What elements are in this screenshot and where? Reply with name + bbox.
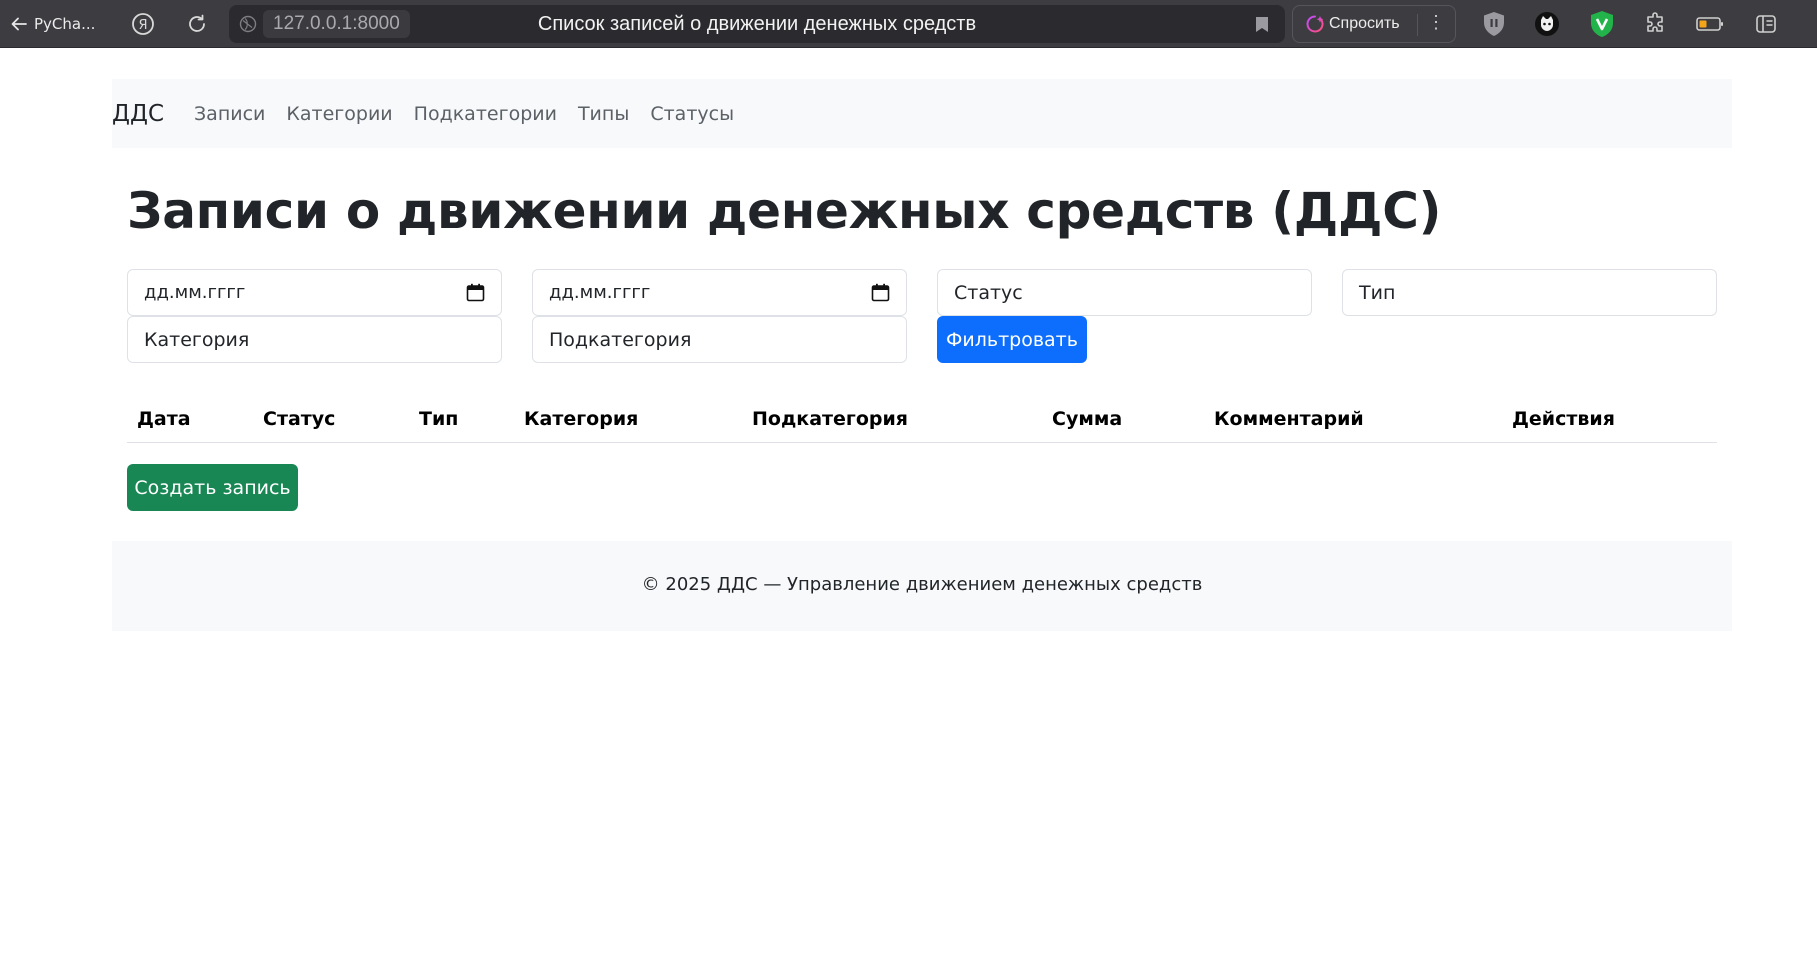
back-button-label: PyCha... — [34, 15, 96, 33]
create-record-button[interactable]: Создать запись — [127, 464, 298, 511]
cat-extension[interactable] — [1533, 10, 1561, 38]
ask-more-button[interactable]: ⋮ — [1427, 12, 1445, 33]
calendar-icon[interactable] — [871, 283, 890, 302]
column-header-category: Категория — [524, 408, 639, 430]
sidebar-panel-icon — [1756, 15, 1776, 33]
sidebar-button[interactable] — [1752, 10, 1780, 38]
type-placeholder: Тип — [1359, 281, 1396, 304]
column-header-comment: Комментарий — [1214, 408, 1364, 430]
column-header-actions: Действия — [1512, 408, 1615, 430]
navbar-brand[interactable]: ДДС — [112, 101, 164, 127]
v-shield-icon — [1591, 11, 1613, 37]
alice-sparkle-icon — [1306, 15, 1324, 33]
reload-icon — [189, 14, 205, 32]
divider — [1417, 14, 1418, 36]
yandex-button[interactable]: Я — [130, 11, 156, 37]
ask-ai-label: Спросить — [1329, 15, 1400, 32]
navbar: ДДС Записи Категории Подкатегории Типы С… — [112, 79, 1732, 148]
status-select[interactable]: Статус — [937, 269, 1312, 316]
battery-indicator[interactable] — [1696, 10, 1724, 38]
column-header-type: Тип — [419, 408, 459, 430]
ask-ai-button[interactable]: Спросить ⋮ — [1292, 5, 1456, 43]
nav-link-types[interactable]: Типы — [578, 103, 629, 125]
arrow-left-icon — [11, 17, 27, 31]
bookmark-icon[interactable] — [1255, 16, 1269, 33]
reload-button[interactable] — [184, 11, 210, 37]
footer: © 2025 ДДС — Управление движением денежн… — [112, 541, 1732, 631]
yandex-icon: Я — [132, 13, 154, 35]
column-header-date: Дата — [137, 408, 191, 430]
ublock-extension[interactable] — [1480, 10, 1508, 38]
page-title: Записи о движении денежных средств (ДДС) — [127, 182, 1442, 240]
nav-link-records[interactable]: Записи — [194, 103, 265, 125]
puzzle-icon — [1647, 12, 1663, 32]
status-placeholder: Статус — [954, 281, 1023, 304]
footer-text: © 2025 ДДС — Управление движением денежн… — [641, 573, 1203, 595]
column-header-amount: Сумма — [1052, 408, 1123, 430]
category-placeholder: Категория — [144, 328, 250, 351]
column-header-status: Статус — [263, 408, 336, 430]
records-table: Дата Статус Тип Категория Подкатегория С… — [127, 395, 1717, 443]
subcategory-select[interactable]: Подкатегория — [532, 316, 907, 363]
site-info-icon[interactable] — [239, 15, 257, 33]
date-from-placeholder: дд.мм.гггг — [144, 282, 246, 303]
column-header-subcategory: Подкатегория — [752, 408, 909, 430]
filter-button[interactable]: Фильтровать — [937, 316, 1087, 363]
date-from-input[interactable]: дд.мм.гггг — [127, 269, 502, 316]
extensions-button[interactable] — [1642, 10, 1670, 38]
battery-icon — [1696, 17, 1723, 31]
nav-link-subcategories[interactable]: Подкатегории — [414, 103, 557, 125]
shield-icon — [1484, 12, 1504, 36]
category-select[interactable]: Категория — [127, 316, 502, 363]
date-to-placeholder: дд.мм.гггг — [549, 282, 651, 303]
calendar-icon[interactable] — [466, 283, 485, 302]
vpn-extension[interactable] — [1588, 10, 1616, 38]
subcategory-placeholder: Подкатегория — [549, 328, 692, 351]
nav-link-categories[interactable]: Категории — [286, 103, 392, 125]
address-bar[interactable]: 127.0.0.1:8000 Список записей о движении… — [229, 5, 1285, 43]
nav-link-statuses[interactable]: Статусы — [650, 103, 734, 125]
table-header-row: Дата Статус Тип Категория Подкатегория С… — [127, 395, 1717, 443]
url-text[interactable]: 127.0.0.1:8000 — [263, 10, 410, 38]
date-to-input[interactable]: дд.мм.гггг — [532, 269, 907, 316]
svg-text:Я: Я — [138, 18, 147, 33]
cat-icon — [1535, 12, 1559, 36]
type-select[interactable]: Тип — [1342, 269, 1717, 316]
back-button[interactable]: PyCha... — [10, 10, 95, 38]
browser-toolbar: PyCha... Я 127.0.0.1:8000 Список записей… — [0, 0, 1817, 48]
